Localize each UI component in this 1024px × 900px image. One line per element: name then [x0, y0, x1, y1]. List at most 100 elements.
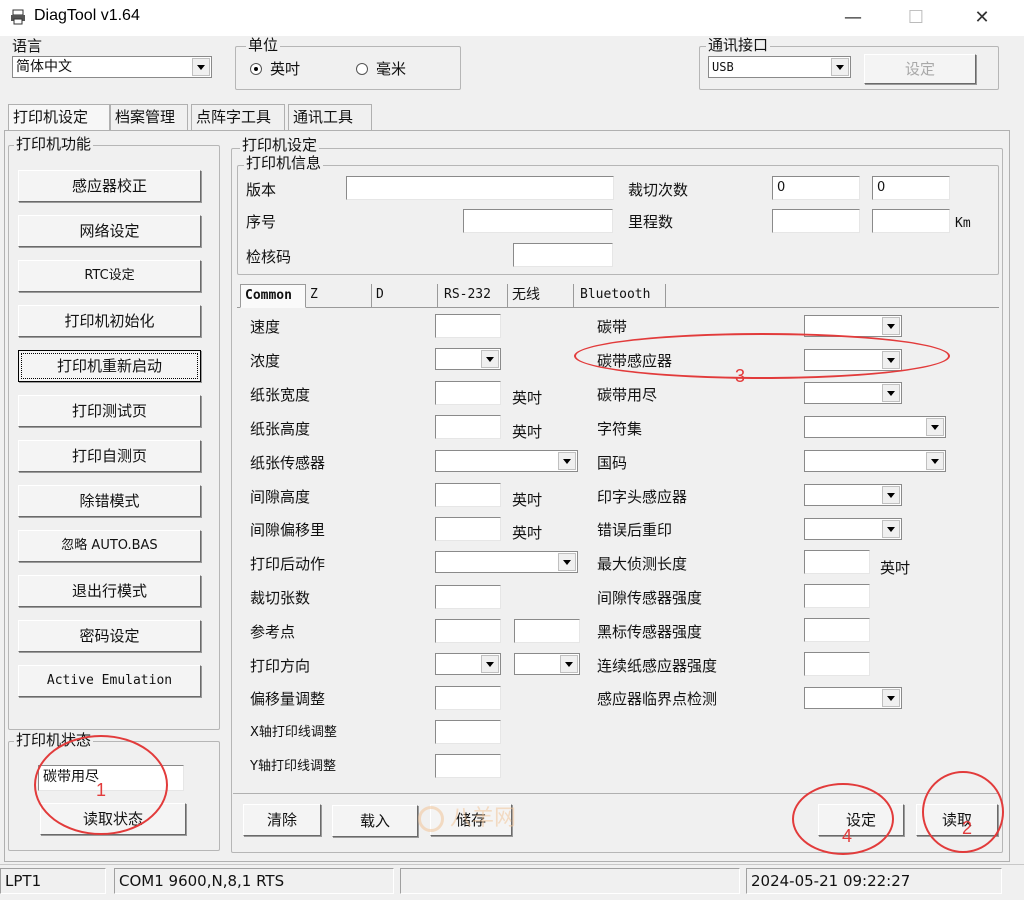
- tab-comm-tool[interactable]: 通讯工具: [288, 104, 372, 130]
- country-code-select[interactable]: [804, 450, 946, 472]
- unit-label: 单位: [246, 36, 281, 54]
- tab-file-management[interactable]: 档案管理: [110, 104, 188, 130]
- password-settings-button[interactable]: 密码设定: [18, 620, 201, 652]
- subtab-z[interactable]: Z: [306, 284, 372, 308]
- mileage-label: 里程数: [628, 213, 674, 231]
- paper-width-field[interactable]: [435, 381, 501, 405]
- threshold-detect-select[interactable]: [804, 687, 902, 709]
- max-detect-length-field[interactable]: [804, 550, 870, 574]
- reprint-after-error-select[interactable]: [804, 518, 902, 540]
- exit-line-mode-button[interactable]: 退出行模式: [18, 575, 201, 607]
- country-code-label: 国码: [597, 454, 628, 472]
- tab-dot-font-tool[interactable]: 点阵字工具: [191, 104, 285, 130]
- ignore-autobas-button[interactable]: 忽略 AUTO.BAS: [18, 530, 201, 562]
- head-sensor-select[interactable]: [804, 484, 902, 506]
- print-test-page-button[interactable]: 打印测试页: [18, 395, 201, 427]
- mileage-unit: Km: [955, 216, 971, 231]
- cut-count-field-1: 0: [772, 176, 860, 200]
- comm-set-button[interactable]: 设定: [864, 54, 976, 84]
- printer-status-value: 碳带用尽: [38, 765, 184, 791]
- cut-count-sheets-field[interactable]: [435, 585, 501, 609]
- printer-init-button[interactable]: 打印机初始化: [18, 305, 201, 337]
- black-mark-strength-label: 黑标传感器强度: [597, 623, 703, 641]
- printer-settings-label: 打印机设定: [240, 136, 320, 154]
- chevron-down-icon: [882, 384, 900, 402]
- subtab-d[interactable]: D: [372, 284, 438, 308]
- gap-height-label: 间隙高度: [250, 488, 311, 506]
- gap-sensor-strength-field[interactable]: [804, 584, 870, 608]
- density-select[interactable]: [435, 348, 501, 370]
- reference-point-x-field[interactable]: [435, 619, 501, 643]
- print-direction-select-1[interactable]: [435, 653, 501, 675]
- reference-point-y-field[interactable]: [514, 619, 580, 643]
- post-print-action-label: 打印后动作: [250, 555, 326, 573]
- print-self-test-button[interactable]: 打印自测页: [18, 440, 201, 472]
- chevron-down-icon: [882, 317, 900, 335]
- cut-count-field-2: 0: [872, 176, 950, 200]
- rtc-settings-button[interactable]: RTC设定: [18, 260, 201, 292]
- clear-button[interactable]: 清除: [243, 804, 321, 836]
- status-empty: [400, 868, 740, 894]
- annotation-number-4: 4: [842, 826, 853, 846]
- printer-restart-button[interactable]: 打印机重新启动: [18, 350, 201, 382]
- debug-mode-button[interactable]: 除错模式: [18, 485, 201, 517]
- subtab-wireless[interactable]: 无线: [508, 284, 574, 308]
- x-axis-adjust-field[interactable]: [435, 720, 501, 744]
- ribbon-sensor-select[interactable]: [804, 349, 902, 371]
- black-mark-strength-field[interactable]: [804, 618, 870, 642]
- subtab-rs232[interactable]: RS-232: [440, 284, 508, 308]
- subtab-bluetooth[interactable]: Bluetooth: [576, 284, 666, 308]
- ribbon-sensor-label: 碳带感应器: [597, 352, 673, 370]
- ribbon-end-select[interactable]: [804, 382, 902, 404]
- reprint-after-error-label: 错误后重印: [597, 521, 673, 539]
- max-detect-length-unit: 英吋: [880, 559, 911, 577]
- gap-offset-label: 间隙偏移里: [250, 521, 326, 539]
- continuous-strength-field[interactable]: [804, 652, 870, 676]
- status-datetime: 2024-05-21 09:22:27: [746, 868, 1002, 894]
- charset-select[interactable]: [804, 416, 946, 438]
- paper-sensor-label: 纸张传感器: [250, 454, 326, 472]
- chevron-down-icon: [558, 553, 576, 571]
- active-emulation-button[interactable]: Active Emulation: [18, 665, 201, 697]
- read-status-button[interactable]: 读取状态: [40, 803, 186, 835]
- head-sensor-label: 印字头感应器: [597, 488, 688, 506]
- set-button[interactable]: 设定: [818, 804, 904, 836]
- continuous-strength-label: 连续纸感应器强度: [597, 657, 718, 675]
- printer-functions-label: 打印机功能: [14, 135, 94, 153]
- paper-sensor-select[interactable]: [435, 450, 578, 472]
- unit-inch-radio[interactable]: [250, 63, 262, 75]
- y-axis-adjust-field[interactable]: [435, 754, 501, 778]
- annotation-number-3: 3: [735, 366, 746, 386]
- load-button[interactable]: 载入: [332, 805, 418, 837]
- unit-mm-radio[interactable]: [356, 63, 368, 75]
- chevron-down-icon: [831, 58, 849, 76]
- minimize-button[interactable]: —: [833, 4, 873, 32]
- gap-height-field[interactable]: [435, 483, 501, 507]
- paper-height-field[interactable]: [435, 415, 501, 439]
- serial-field: [463, 209, 613, 233]
- read-button[interactable]: 读取: [916, 804, 998, 836]
- gap-offset-field[interactable]: [435, 517, 501, 541]
- chevron-down-icon: [192, 58, 210, 76]
- density-label: 浓度: [250, 352, 281, 370]
- speed-field[interactable]: [435, 314, 501, 338]
- language-select[interactable]: 简体中文: [12, 56, 212, 78]
- tab-printer-settings[interactable]: 打印机设定: [8, 104, 110, 130]
- post-print-action-select[interactable]: [435, 551, 578, 573]
- language-label: 语言: [12, 37, 43, 55]
- chevron-down-icon: [882, 351, 900, 369]
- offset-adjust-field[interactable]: [435, 686, 501, 710]
- network-settings-button[interactable]: 网络设定: [18, 215, 201, 247]
- ribbon-end-label: 碳带用尽: [597, 386, 658, 404]
- maximize-button[interactable]: ☐: [896, 4, 936, 32]
- ribbon-select[interactable]: [804, 315, 902, 337]
- chevron-down-icon: [560, 655, 578, 673]
- sensor-calibration-button[interactable]: 感应器校正: [18, 170, 201, 202]
- print-direction-select-2[interactable]: [514, 653, 580, 675]
- mileage-field-2: [872, 209, 950, 233]
- close-button[interactable]: ✕: [962, 4, 1002, 32]
- chevron-down-icon: [926, 418, 944, 436]
- status-port: LPT1: [0, 868, 106, 894]
- subtab-common[interactable]: Common: [240, 284, 306, 308]
- comm-port-select[interactable]: USB: [708, 56, 851, 78]
